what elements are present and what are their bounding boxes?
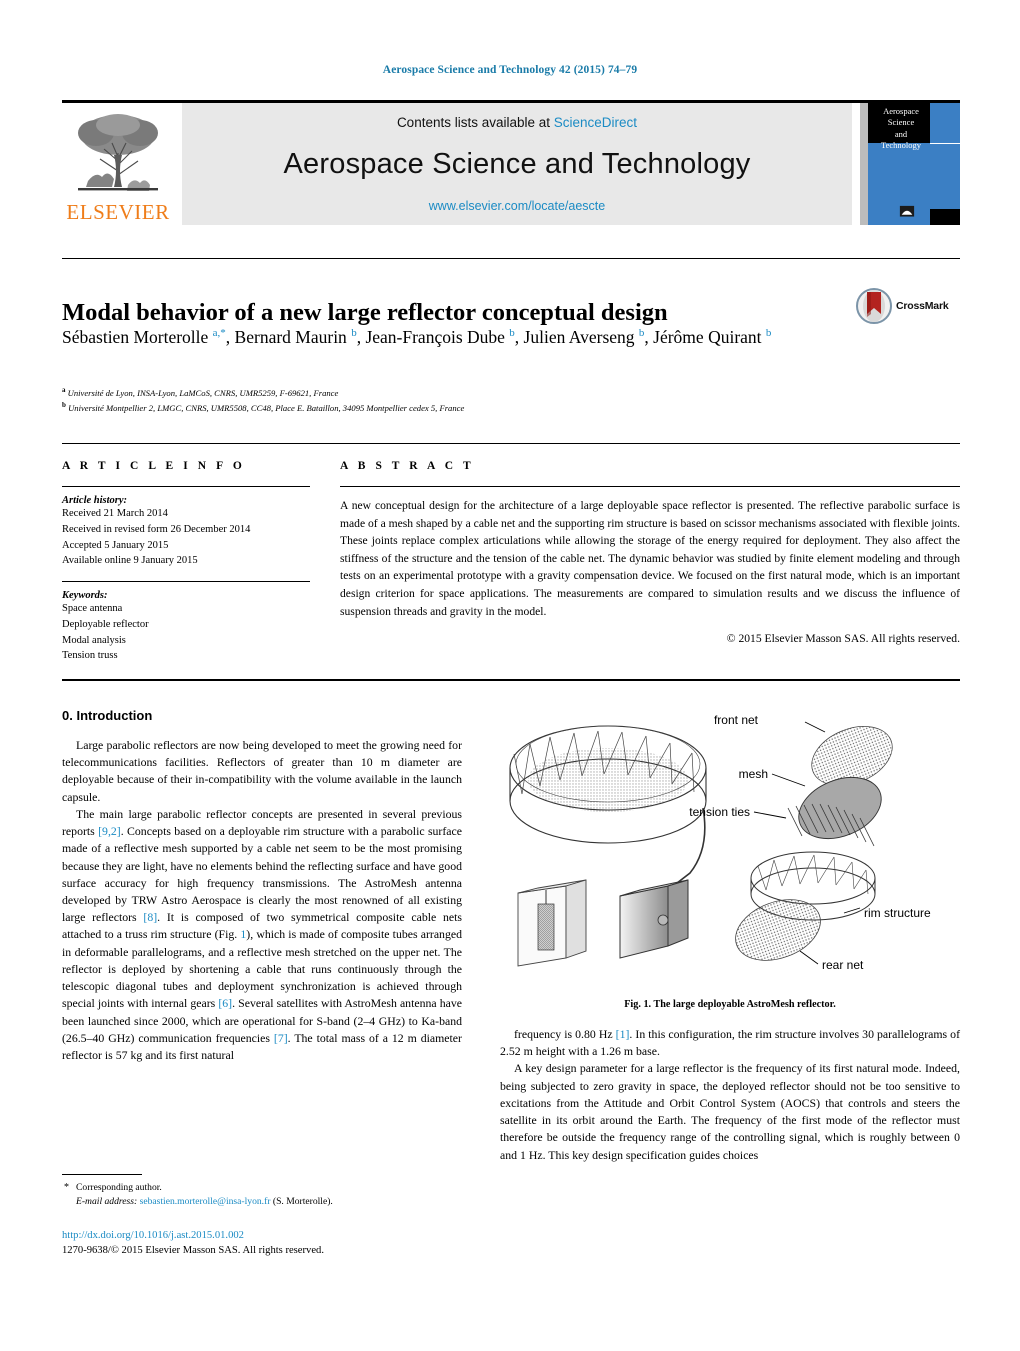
cover-background: Aerospace Science and Technology (860, 103, 960, 225)
journal-title: Aerospace Science and Technology (283, 148, 751, 180)
history-item: Accepted 5 January 2015 (62, 539, 169, 551)
email-note: E-mail address: sebastien.morterolle@ins… (62, 1195, 462, 1209)
article-page: Aerospace Science and Technology 42 (201… (0, 0, 1020, 1351)
cover-title-line-1: Aerospace (883, 106, 919, 116)
figure-caption-text: The large deployable AstroMesh reflector… (653, 999, 836, 1010)
article-history-label: Article history: (62, 495, 128, 506)
cover-elsevier-icon (899, 205, 915, 217)
keyword-item: Deployable reflector (62, 618, 149, 630)
meta-top-rule (62, 443, 960, 444)
elsevier-logo: ELSEVIER (62, 103, 174, 225)
footnote-star-marker: * (64, 1182, 69, 1193)
article-info-heading: A R T I C L E I N F O (62, 460, 246, 472)
running-head: Aerospace Science and Technology 42 (201… (382, 64, 638, 76)
figure-label-front-net: front net (714, 713, 759, 727)
mesh-part (798, 776, 882, 840)
issn-copyright: 1270-9638/© 2015 Elsevier Masson SAS. Al… (62, 1245, 324, 1257)
keywords-label: Keywords: (62, 590, 108, 601)
figure-number: Fig. 1. (624, 999, 652, 1010)
email-link[interactable]: sebastien.morterolle@insa-lyon.fr (140, 1196, 271, 1207)
doi-block: http://dx.doi.org/10.1016/j.ast.2015.01.… (62, 1228, 492, 1259)
journal-cover-thumbnail[interactable]: Aerospace Science and Technology (860, 103, 960, 225)
journal-banner: Contents lists available at ScienceDirec… (182, 103, 852, 225)
sciencedirect-link[interactable]: ScienceDirect (554, 115, 637, 130)
figure-label-tension-ties: tension ties (689, 805, 750, 819)
article-info-column: A R T I C L E I N F O Article history: R… (62, 460, 310, 664)
keyword-item: Modal analysis (62, 634, 126, 646)
doi-link[interactable]: http://dx.doi.org/10.1016/j.ast.2015.01.… (62, 1228, 492, 1243)
email-label: E-mail address: (76, 1196, 138, 1208)
figure-label-rear-net: rear net (822, 958, 864, 972)
deployment-boom (667, 807, 706, 891)
section-heading-introduction: 0. Introduction (62, 708, 153, 723)
affiliation-a: a Université de Lyon, INSA-Lyon, LaMCoS,… (62, 385, 822, 400)
abstract-rule (340, 486, 960, 487)
rear-net-part (735, 899, 821, 961)
history-item: Available online 9 January 2015 (62, 555, 198, 567)
figure-label-mesh: mesh (739, 767, 768, 781)
contents-prefix: Contents lists available at (396, 115, 554, 130)
paragraph: frequency is 0.80 Hz [1]. In this config… (500, 1027, 960, 1059)
article-info-rule (62, 486, 310, 487)
journal-masthead: ELSEVIER Contents lists available at Sci… (62, 103, 960, 225)
cover-title-line-2: Science (887, 117, 915, 128)
history-item: Received in revised form 26 December 201… (62, 523, 251, 535)
cover-title-text: Aerospace Science and Technology (872, 106, 930, 152)
affiliation-a-text: Université de Lyon, INSA-Lyon, LaMCoS, C… (67, 387, 339, 398)
elsevier-wordmark: ELSEVIER (66, 200, 170, 224)
paragraph: A key design parameter for a large refle… (500, 1061, 960, 1162)
paragraph: Large parabolic reflectors are now being… (62, 738, 462, 804)
keyword-item: Space antenna (62, 603, 123, 614)
abstract-heading: A B S T R A C T (340, 460, 475, 472)
body-column-right: front net mesh tension ties rim structur… (500, 708, 960, 1164)
cover-right-strip (930, 103, 960, 225)
figure-1-caption: Fig. 1. The large deployable AstroMesh r… (500, 999, 960, 1010)
abstract-text: A new conceptual design for the architec… (340, 499, 960, 618)
affiliation-a-marker: a (62, 386, 66, 394)
figure-label-rim-structure: rim structure (864, 906, 931, 920)
figure-1-image: front net mesh tension ties rim structur… (500, 708, 960, 993)
cover-divider-line (930, 143, 960, 144)
keyword-item: Tension truss (62, 650, 118, 662)
history-item: Received 21 March 2014 (62, 508, 168, 519)
keywords-rule (62, 581, 310, 582)
stowed-reflector-package (517, 879, 587, 967)
cover-title-line-4: Technology (880, 140, 921, 151)
cover-black-footer (930, 209, 960, 225)
abstract-column: A B S T R A C T A new conceptual design … (340, 460, 960, 645)
affiliation-list: a Université de Lyon, INSA-Lyon, LaMCoS,… (62, 385, 822, 416)
elsevier-tree-icon (78, 114, 158, 191)
abstract-copyright: © 2015 Elsevier Masson SAS. All rights r… (726, 632, 960, 646)
affiliation-b-text: Université Montpellier 2, LMGC, CNRS, UM… (68, 403, 465, 414)
cover-title-line-3: and (894, 128, 908, 139)
affiliation-b-marker: b (62, 401, 66, 410)
contents-available-line: Contents lists available at ScienceDirec… (397, 115, 637, 130)
footnote-block: * Corresponding author. E-mail address: … (62, 1174, 462, 1210)
affiliation-b: b Université Montpellier 2, LMGC, CNRS, … (62, 400, 822, 415)
astromesh-reflector-diagram: front net mesh tension ties rim structur… (509, 713, 931, 972)
crossmark-badge[interactable]: CrossMark (856, 286, 960, 326)
author-list: Sébastien Morterolle a,*, Bernard Maurin… (62, 327, 772, 347)
reflector-rim (509, 725, 707, 844)
corresponding-author-note: * Corresponding author. (62, 1181, 462, 1195)
footnote-rule (62, 1174, 142, 1175)
title-separator-rule (62, 258, 960, 259)
meta-bottom-rule (62, 679, 960, 681)
paragraph: The main large parabolic reflector conce… (62, 806, 462, 1062)
email-owner: (S. Morterolle). (272, 1196, 333, 1208)
body-column-left: 0. Introduction Large parabolic reflecto… (62, 708, 462, 1064)
journal-homepage-link[interactable]: www.elsevier.com/locate/aescte (429, 199, 605, 213)
spacecraft-bus (619, 879, 689, 959)
corresponding-author-text: Corresponding author. (76, 1182, 162, 1193)
crossmark-label: CrossMark (896, 300, 949, 312)
crossmark-icon (856, 288, 892, 324)
